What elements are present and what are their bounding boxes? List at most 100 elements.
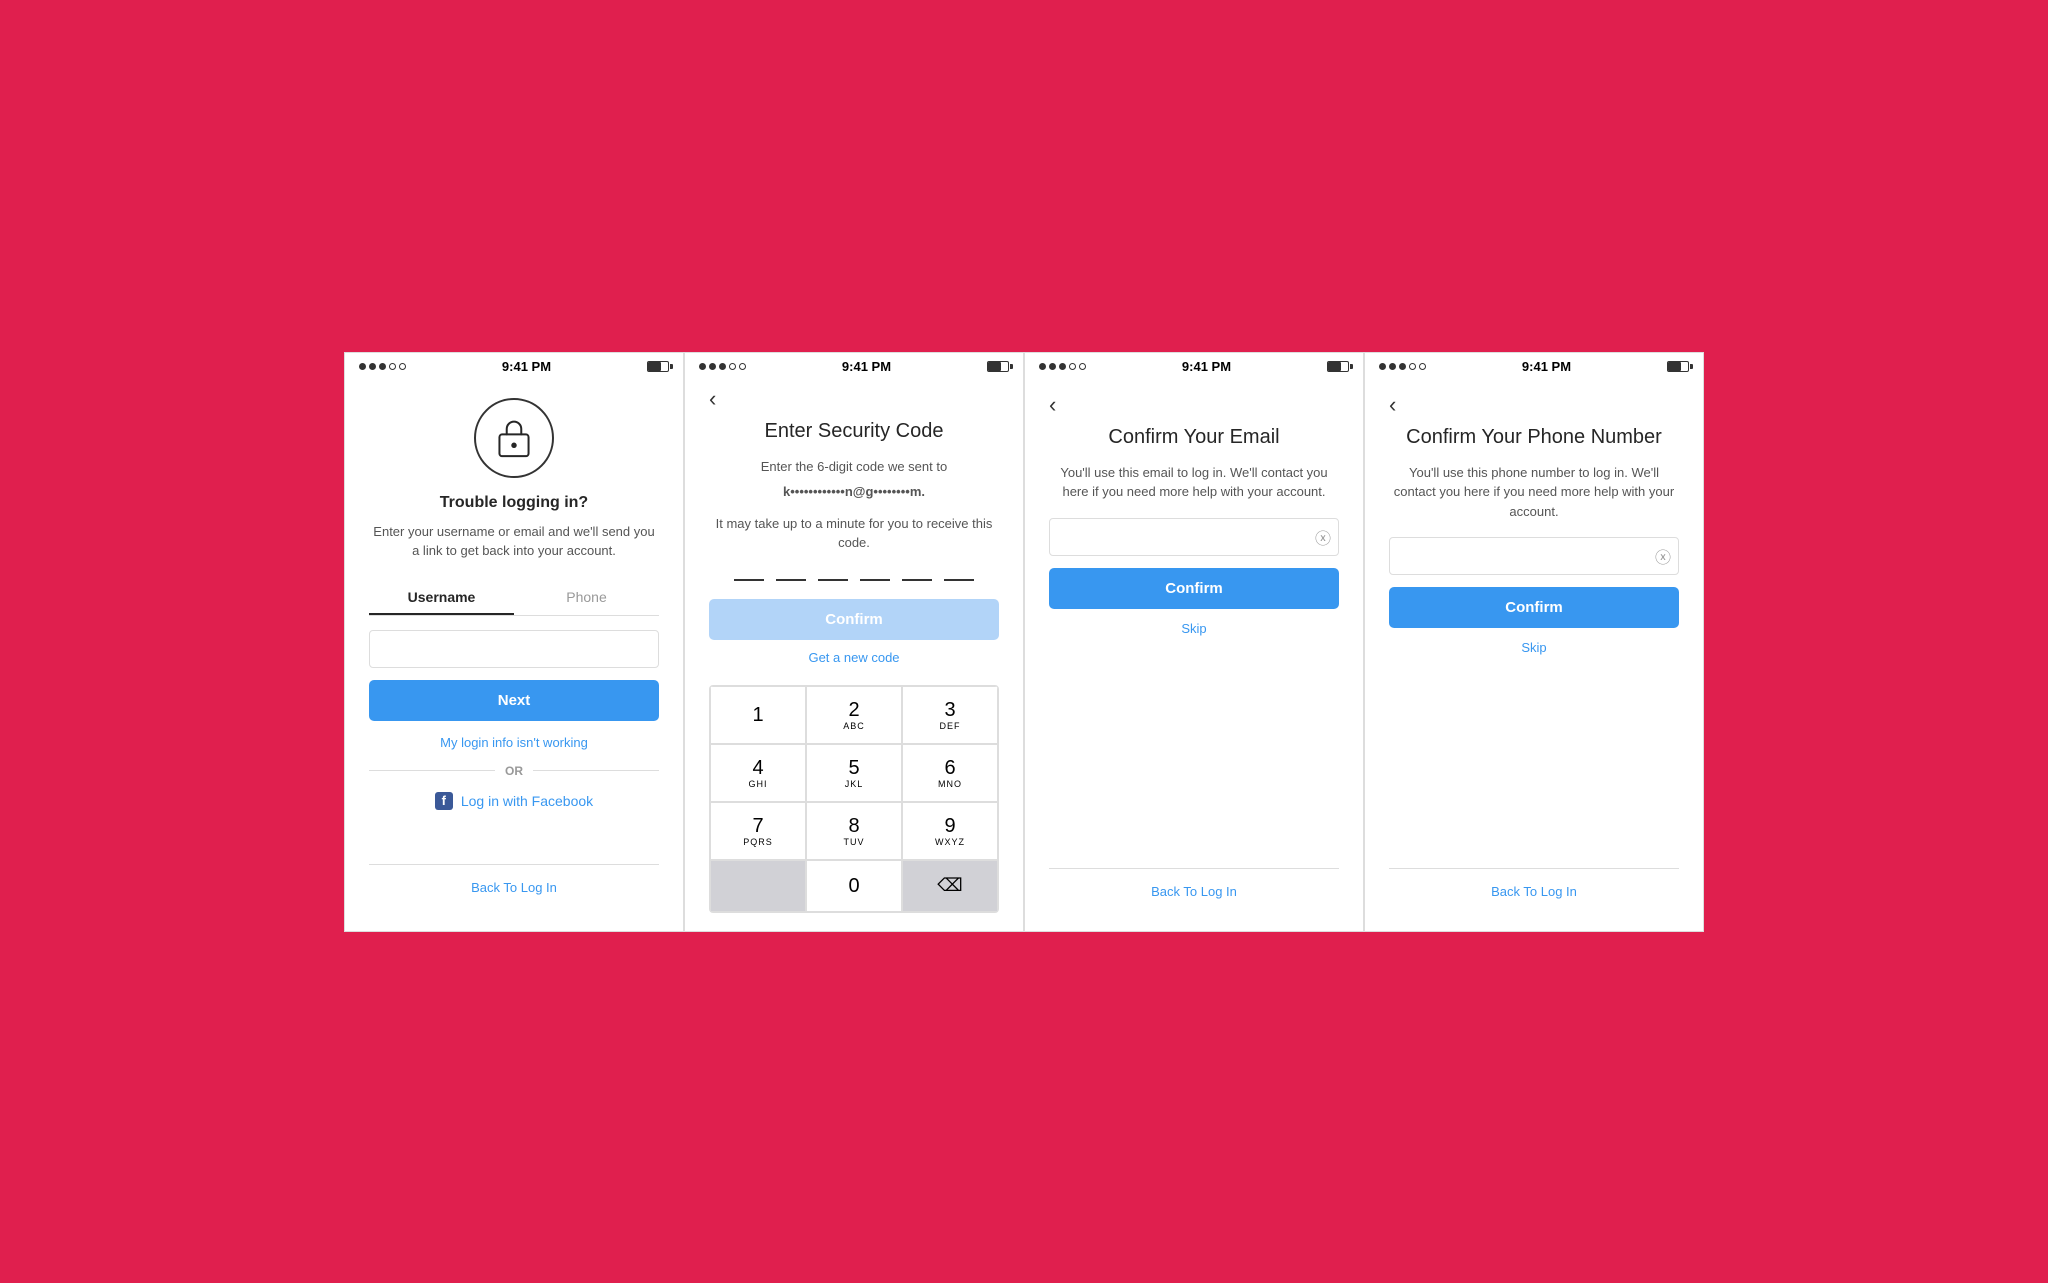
get-new-code-link[interactable]: Get a new code: [808, 650, 899, 665]
battery-icon-3: [1327, 361, 1349, 372]
screen2-subtitle1: Enter the 6-digit code we sent to: [761, 457, 947, 477]
dot5: [739, 363, 746, 370]
signal-dots: [359, 363, 406, 370]
confirm-button-3[interactable]: Confirm: [1049, 568, 1339, 609]
dot5: [1419, 363, 1426, 370]
back-arrow-2[interactable]: ‹: [709, 388, 716, 410]
dash3: [818, 579, 848, 581]
screen4-title: Confirm Your Phone Number: [1406, 426, 1662, 449]
email-masked: k••••••••••••n@g••••••••m.: [783, 484, 925, 499]
divider-right: [533, 770, 659, 771]
dash5: [902, 579, 932, 581]
skip-link-3[interactable]: Skip: [1181, 621, 1206, 636]
numpad-key-2[interactable]: 2ABC: [806, 686, 902, 744]
dot3: [1399, 363, 1406, 370]
numpad-key-8[interactable]: 8TUV: [806, 802, 902, 860]
numpad-key-5[interactable]: 5JKL: [806, 744, 902, 802]
phone-input[interactable]: [1389, 537, 1679, 575]
numpad-row-3: 7PQRS 8TUV 9WXYZ: [710, 802, 998, 860]
dot1: [1379, 363, 1386, 370]
screen4-body: ‹ Confirm Your Phone Number You'll use t…: [1365, 378, 1703, 931]
facebook-icon: f: [435, 792, 453, 810]
back-arrow-3[interactable]: ‹: [1049, 394, 1056, 416]
numpad-key-1[interactable]: 1: [710, 686, 806, 744]
status-time-1: 9:41 PM: [502, 359, 551, 374]
confirm-button-4[interactable]: Confirm: [1389, 587, 1679, 628]
numpad-key-3[interactable]: 3DEF: [902, 686, 998, 744]
facebook-login-button[interactable]: f Log in with Facebook: [435, 792, 593, 810]
next-button[interactable]: Next: [369, 680, 659, 721]
back-link-1[interactable]: Back To Log In: [471, 880, 557, 895]
dash1: [734, 579, 764, 581]
numpad-key-delete[interactable]: ⌫: [902, 860, 998, 912]
or-divider: OR: [369, 764, 659, 778]
dot4: [1069, 363, 1076, 370]
tab-phone[interactable]: Phone: [514, 581, 659, 615]
dash2: [776, 579, 806, 581]
screen2-body: ‹ Enter Security Code Enter the 6-digit …: [685, 378, 1023, 931]
dot4: [1409, 363, 1416, 370]
numpad-row-2: 4GHI 5JKL 6MNO: [710, 744, 998, 802]
signal-dots-2: [699, 363, 746, 370]
dot1: [359, 363, 366, 370]
email-input[interactable]: [1049, 518, 1339, 556]
phone-input-wrapper: ⓧ: [1389, 537, 1679, 575]
battery-icon-2: [987, 361, 1009, 372]
screen3-body: ‹ Confirm Your Email You'll use this ema…: [1025, 378, 1363, 931]
screens-container: 9:41 PM Trouble logging in? Enter your u…: [344, 352, 1704, 932]
back-link-4[interactable]: Back To Log In: [1491, 884, 1577, 899]
numpad-key-6[interactable]: 6MNO: [902, 744, 998, 802]
status-time-2: 9:41 PM: [842, 359, 891, 374]
battery-icon-1: [647, 361, 669, 372]
screen3-title: Confirm Your Email: [1108, 426, 1279, 449]
back-link-3[interactable]: Back To Log In: [1151, 884, 1237, 899]
facebook-label: Log in with Facebook: [461, 793, 593, 809]
trouble-link[interactable]: My login info isn't working: [440, 735, 588, 750]
username-input[interactable]: [369, 630, 659, 668]
clear-email-icon[interactable]: ⓧ: [1315, 525, 1331, 549]
tab-username[interactable]: Username: [369, 581, 514, 615]
dot3: [379, 363, 386, 370]
code-dashes: [734, 579, 974, 581]
status-time-3: 9:41 PM: [1182, 359, 1231, 374]
back-arrow-4[interactable]: ‹: [1389, 394, 1396, 416]
status-bar-4: 9:41 PM: [1365, 353, 1703, 378]
signal-dots-3: [1039, 363, 1086, 370]
back-to-login-1: Back To Log In: [369, 864, 659, 911]
status-bar-1: 9:41 PM: [345, 353, 683, 378]
confirm-button-2[interactable]: Confirm: [709, 599, 999, 640]
skip-link-4[interactable]: Skip: [1521, 640, 1546, 655]
screen2-subtitle2: It may take up to a minute for you to re…: [709, 514, 999, 553]
numpad: 1 2ABC 3DEF 4GHI 5JKL 6MNO 7PQRS 8TUV 9W…: [709, 685, 999, 913]
back-to-login-3: Back To Log In: [1049, 868, 1339, 915]
lock-icon: [496, 418, 532, 458]
screen-trouble-login: 9:41 PM Trouble logging in? Enter your u…: [344, 352, 684, 932]
numpad-key-7[interactable]: 7PQRS: [710, 802, 806, 860]
screen2-masked-email: k••••••••••••n@g••••••••m.: [783, 482, 925, 502]
screen2-title: Enter Security Code: [765, 420, 944, 443]
dot2: [369, 363, 376, 370]
dot5: [399, 363, 406, 370]
numpad-key-9[interactable]: 9WXYZ: [902, 802, 998, 860]
numpad-key-empty: [710, 860, 806, 912]
signal-dots-4: [1379, 363, 1426, 370]
dash6: [944, 579, 974, 581]
tab-row: Username Phone: [369, 581, 659, 616]
numpad-key-4[interactable]: 4GHI: [710, 744, 806, 802]
numpad-row-1: 1 2ABC 3DEF: [710, 686, 998, 744]
dot3: [719, 363, 726, 370]
lock-icon-circle: [474, 398, 554, 478]
screen3-desc: You'll use this email to log in. We'll c…: [1049, 463, 1339, 502]
screen-confirm-phone: 9:41 PM ‹ Confirm Your Phone Number You'…: [1364, 352, 1704, 932]
email-input-wrapper: ⓧ: [1049, 518, 1339, 556]
battery-icon-4: [1667, 361, 1689, 372]
clear-phone-icon[interactable]: ⓧ: [1655, 544, 1671, 568]
numpad-key-0[interactable]: 0: [806, 860, 902, 912]
screen-confirm-email: 9:41 PM ‹ Confirm Your Email You'll use …: [1024, 352, 1364, 932]
screen1-body: Trouble logging in? Enter your username …: [345, 378, 683, 931]
dot2: [1049, 363, 1056, 370]
status-time-4: 9:41 PM: [1522, 359, 1571, 374]
dot1: [699, 363, 706, 370]
or-text: OR: [505, 764, 523, 778]
screen4-desc: You'll use this phone number to log in. …: [1389, 463, 1679, 522]
